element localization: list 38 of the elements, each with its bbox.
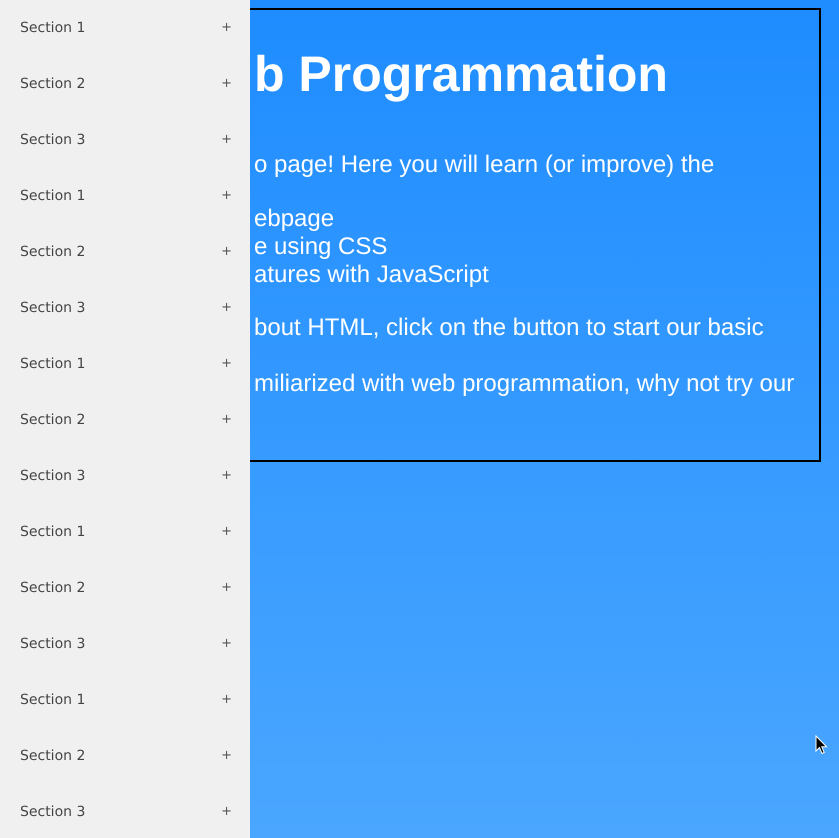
sidebar-item[interactable]: Section 2 [20,410,86,430]
expand-toggle[interactable]: + [221,634,232,654]
sidebar-item[interactable]: Section 1 [20,18,86,38]
expand-toggle[interactable]: + [221,410,232,430]
intro-paragraph: bout HTML, click on the button to start our basic [254,314,765,342]
list-item: ebpage [254,205,336,233]
mouse-cursor-icon [815,735,828,755]
sidebar-item[interactable]: Section 3 [20,298,86,318]
expand-toggle[interactable]: + [221,242,232,262]
expand-toggle[interactable]: + [221,802,232,822]
expand-toggle[interactable]: + [221,130,232,150]
sidebar-item[interactable]: Section 1 [20,690,86,710]
sidebar-item[interactable]: Section 3 [20,634,86,654]
sidebar-item[interactable]: Section 1 [20,522,86,542]
sidebar-item[interactable]: Section 1 [20,354,86,374]
sidebar-item[interactable]: Section 2 [20,578,86,598]
sidebar-item[interactable]: Section 2 [20,74,86,94]
expand-toggle[interactable]: + [221,578,232,598]
expand-toggle[interactable]: + [221,354,232,374]
expand-toggle[interactable]: + [221,186,232,206]
sidebar-item[interactable]: Section 3 [20,802,86,822]
list-item: e using CSS [254,233,388,261]
expand-toggle[interactable]: + [221,522,232,542]
sidebar-item[interactable]: Section 1 [20,186,86,206]
intro-paragraph: miliarized with web programmation, why not try our [254,370,796,398]
sidebar-item[interactable]: Section 2 [20,746,86,766]
page-title: b Programmation [254,45,669,104]
expand-toggle[interactable]: + [221,18,232,38]
expand-toggle[interactable]: + [221,746,232,766]
intro-paragraph: o page! Here you will learn (or improve) the [254,151,716,179]
expand-toggle[interactable]: + [221,74,232,94]
sidebar-item[interactable]: Section 2 [20,242,86,262]
expand-toggle[interactable]: + [221,690,232,710]
sidebar-item[interactable]: Section 3 [20,130,86,150]
expand-toggle[interactable]: + [221,466,232,486]
sidebar-item[interactable]: Section 3 [20,466,86,486]
list-item: atures with JavaScript [254,261,490,289]
expand-toggle[interactable]: + [221,298,232,318]
